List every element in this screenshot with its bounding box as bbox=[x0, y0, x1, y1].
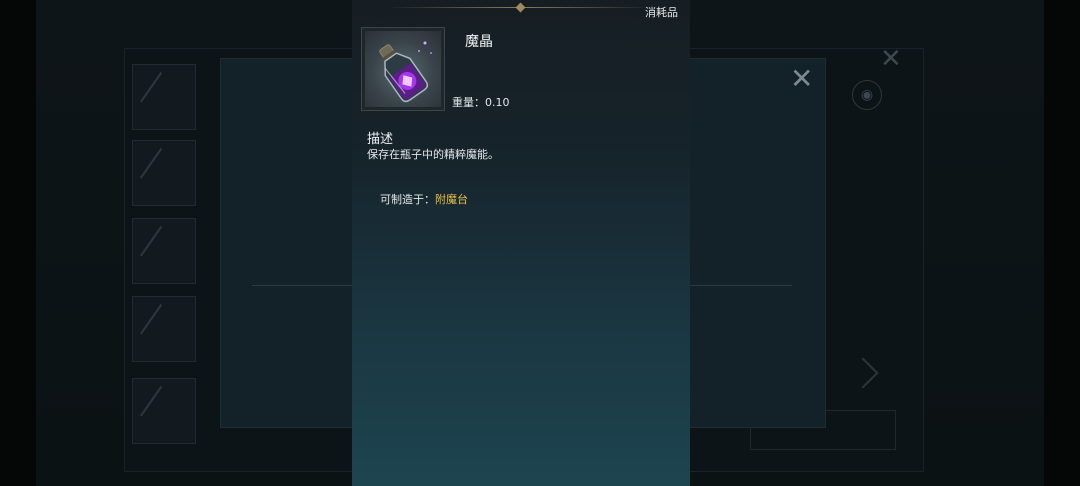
inventory-slot[interactable] bbox=[132, 218, 196, 284]
staff-icon bbox=[139, 303, 191, 355]
item-name: 魔晶 bbox=[465, 34, 493, 50]
craftable-at: 可制造于：附魔台 bbox=[380, 191, 468, 207]
weight-label: 重量： bbox=[452, 96, 485, 109]
description-heading: 描述 bbox=[367, 132, 394, 147]
inventory-slot[interactable] bbox=[132, 140, 196, 206]
eye-icon[interactable]: ◉ bbox=[852, 80, 882, 110]
spear-icon bbox=[139, 147, 191, 199]
staff-icon bbox=[139, 385, 191, 437]
letterbox-right bbox=[1044, 0, 1080, 486]
background-close-icon[interactable]: ✕ bbox=[880, 44, 902, 74]
purple-crystal-potion-icon bbox=[365, 31, 441, 107]
item-icon-frame bbox=[361, 27, 445, 111]
item-weight: 重量：0.10 bbox=[452, 94, 510, 110]
inventory-slot[interactable] bbox=[132, 378, 196, 444]
description-text: 保存在瓶子中的精粹魔能。 bbox=[367, 148, 499, 161]
bow-icon bbox=[139, 71, 191, 123]
spear-icon bbox=[139, 225, 191, 277]
item-category: 消耗品 bbox=[645, 6, 678, 19]
top-ornament bbox=[352, 2, 690, 13]
inventory-slot[interactable] bbox=[132, 64, 196, 130]
craftable-label: 可制造于： bbox=[380, 193, 435, 206]
weight-value: 0.10 bbox=[485, 96, 510, 109]
item-tooltip: 消耗品 魔晶 重量：0.10 描述 保存在瓶子中的精粹魔能。 可制造于：附魔台 bbox=[352, 0, 690, 486]
inventory-slot[interactable] bbox=[132, 296, 196, 362]
ornament-diamond-icon bbox=[515, 2, 526, 13]
craftable-station[interactable]: 附魔台 bbox=[435, 193, 468, 206]
letterbox-left bbox=[0, 0, 36, 486]
dialog-close-icon[interactable]: ✕ bbox=[790, 62, 813, 95]
